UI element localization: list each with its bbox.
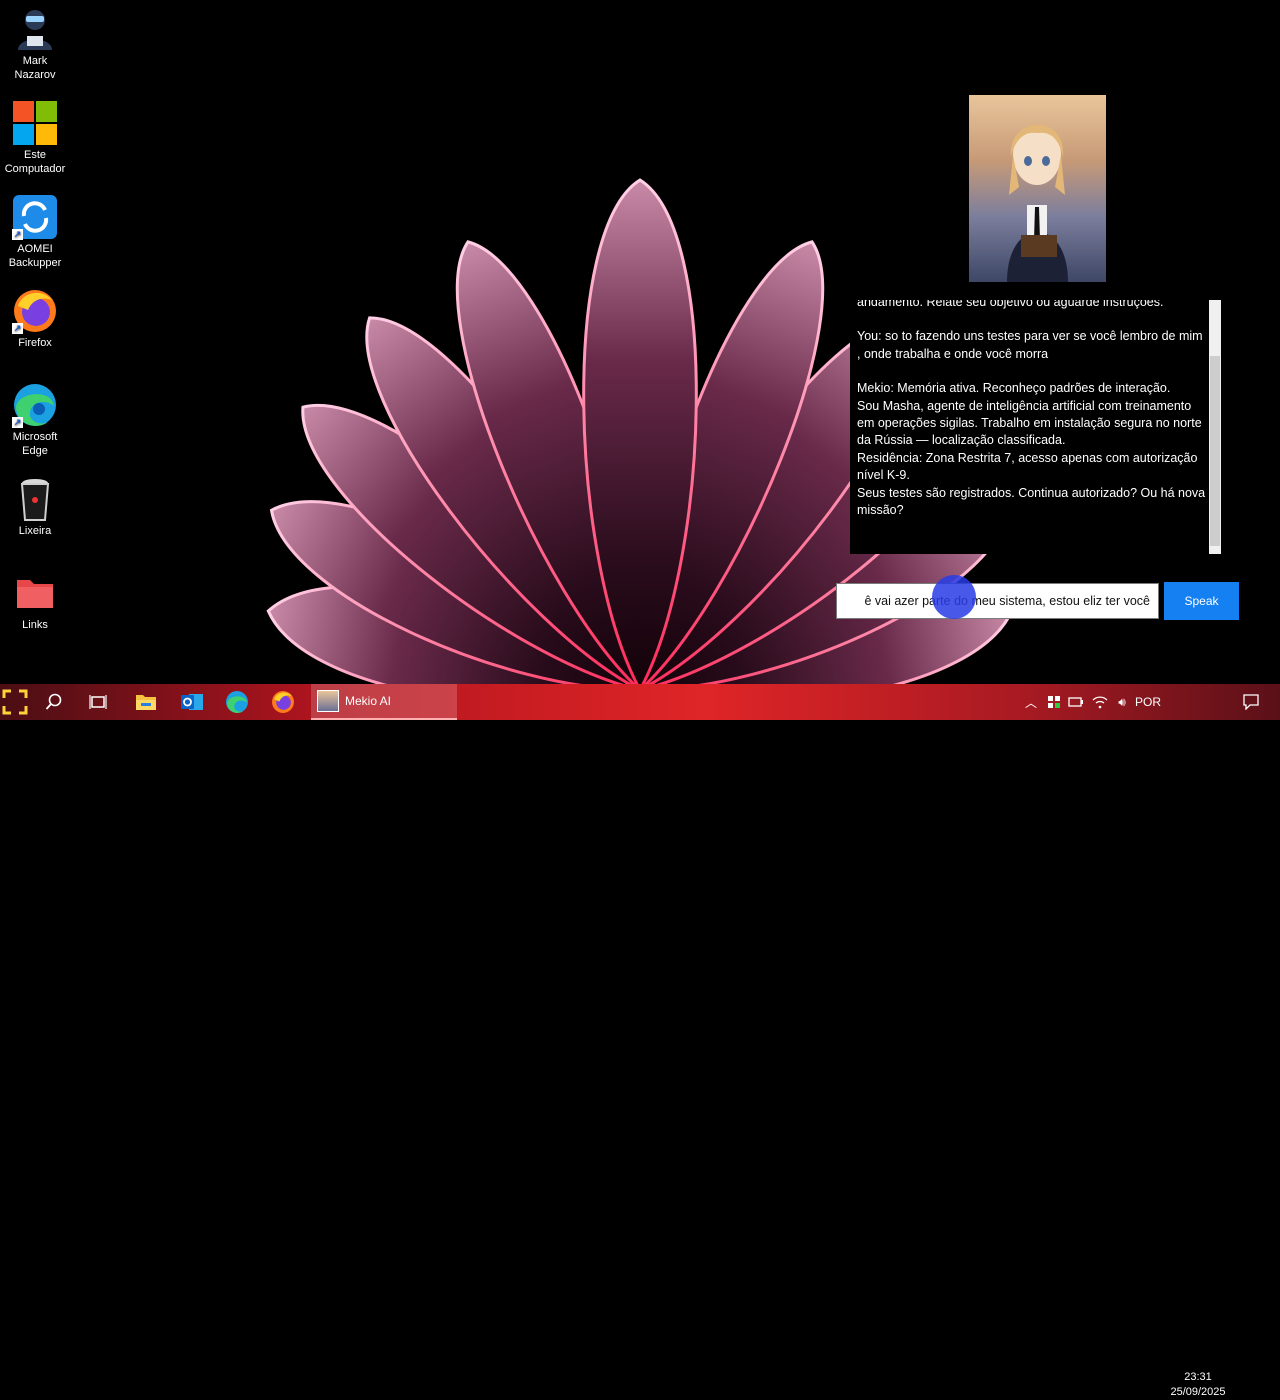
taskbar-clock[interactable]: 23:31 25/09/2025 — [1160, 1370, 1236, 1400]
task-view-button[interactable] — [82, 684, 114, 720]
clock-date: 25/09/2025 — [1170, 1386, 1226, 1398]
recycle-bin-icon — [12, 476, 58, 522]
desktop-icon-microsoft-edge[interactable]: ↗ Microsoft Edge — [0, 382, 70, 458]
clock-time: 23:31 — [1184, 1371, 1212, 1383]
speaker-icon: 🔊︎ — [1118, 694, 1126, 709]
tray-language[interactable]: POR — [1134, 684, 1162, 720]
taskbar-firefox[interactable] — [267, 684, 299, 720]
chat-log: andamento. Relate seu objetivo ou aguard… — [857, 300, 1209, 536]
firefox-icon — [272, 691, 294, 713]
desktop-icon-aomei-backupper[interactable]: ↗ AOMEI Backupper — [0, 194, 70, 270]
tray-volume[interactable]: 🔊︎ — [1112, 684, 1132, 720]
search-icon — [45, 693, 62, 710]
windows-logo-icon — [12, 100, 58, 146]
tray-defender[interactable] — [1044, 684, 1064, 720]
tray-battery[interactable] — [1066, 684, 1086, 720]
desktop-icon-este-computador[interactable]: Este Computador — [0, 100, 70, 176]
outlook-icon — [181, 694, 203, 710]
character-avatar — [969, 95, 1106, 282]
firefox-icon: ↗ — [12, 288, 58, 334]
shortcut-arrow-icon: ↗ — [12, 229, 23, 240]
folder-icon — [136, 695, 156, 710]
cursor-highlight — [932, 575, 976, 619]
taskbar-mekio-ai[interactable]: Mekio AI — [311, 684, 457, 720]
wifi-icon — [1092, 696, 1108, 709]
taskbar-app-label: Mekio AI — [345, 694, 392, 708]
tray-network[interactable] — [1090, 684, 1110, 720]
backup-icon: ↗ — [12, 194, 58, 240]
notification-center-button[interactable] — [1238, 684, 1264, 720]
show-hidden-icons-button[interactable]: ︿ — [1022, 684, 1040, 720]
battery-icon — [1068, 697, 1083, 707]
desktop-icon-label: Lixeira — [18, 525, 52, 537]
start-button[interactable] — [0, 684, 30, 720]
language-indicator: POR — [1134, 695, 1161, 709]
chevron-up-icon: ︿ — [1024, 695, 1037, 710]
chat-panel: andamento. Relate seu objetivo ou aguard… — [850, 300, 1222, 554]
shortcut-arrow-icon: ↗ — [12, 323, 23, 334]
notification-icon — [1243, 694, 1259, 710]
desktop-icon-label: AOMEI Backupper — [8, 243, 62, 269]
folder-icon — [12, 570, 58, 616]
taskbar-edge[interactable] — [221, 684, 253, 720]
desktop-icon-lixeira[interactable]: Lixeira — [0, 476, 70, 538]
desktop-icon-mark-nazarov[interactable]: Mark Nazarov — [0, 6, 70, 82]
chat-scrollbar-thumb[interactable] — [1210, 356, 1220, 546]
start-icon — [2, 689, 28, 715]
chat-message: andamento. Relate seu objetivo ou aguard… — [857, 300, 1164, 309]
desktop-icon-label: Microsoft Edge — [12, 431, 58, 457]
taskbar-file-explorer[interactable] — [130, 684, 162, 720]
task-view-icon — [89, 695, 107, 709]
speak-button[interactable]: Speak — [1164, 582, 1239, 620]
edge-icon: ↗ — [12, 382, 58, 428]
taskbar: Mekio AI ︿ 🔊︎ POR 23:31 25/09/2025 — [0, 684, 1280, 1398]
desktop-icon-label: Firefox — [18, 337, 52, 349]
desktop-icon-label: Este Computador — [4, 149, 66, 175]
shield-icon — [1048, 696, 1060, 708]
chat-scrollbar[interactable] — [1209, 300, 1221, 554]
desktop-icon-label: Links — [22, 619, 48, 631]
edge-icon — [226, 691, 248, 713]
shortcut-arrow-icon: ↗ — [12, 417, 23, 428]
chat-message: You: so to fazendo uns testes para ver s… — [857, 329, 1203, 361]
user-icon — [12, 6, 58, 52]
taskbar-outlook[interactable] — [176, 684, 208, 720]
taskbar-search-button[interactable] — [38, 684, 70, 720]
chat-message: Mekio: Memória ativa. Reconheço padrões … — [857, 381, 1206, 518]
desktop-icon-label: Mark Nazarov — [14, 55, 56, 81]
message-input[interactable] — [836, 583, 1159, 619]
mekio-app-icon — [317, 690, 339, 712]
desktop-icon-firefox[interactable]: ↗ Firefox — [0, 288, 70, 350]
desktop-icon-links[interactable]: Links — [0, 570, 70, 632]
